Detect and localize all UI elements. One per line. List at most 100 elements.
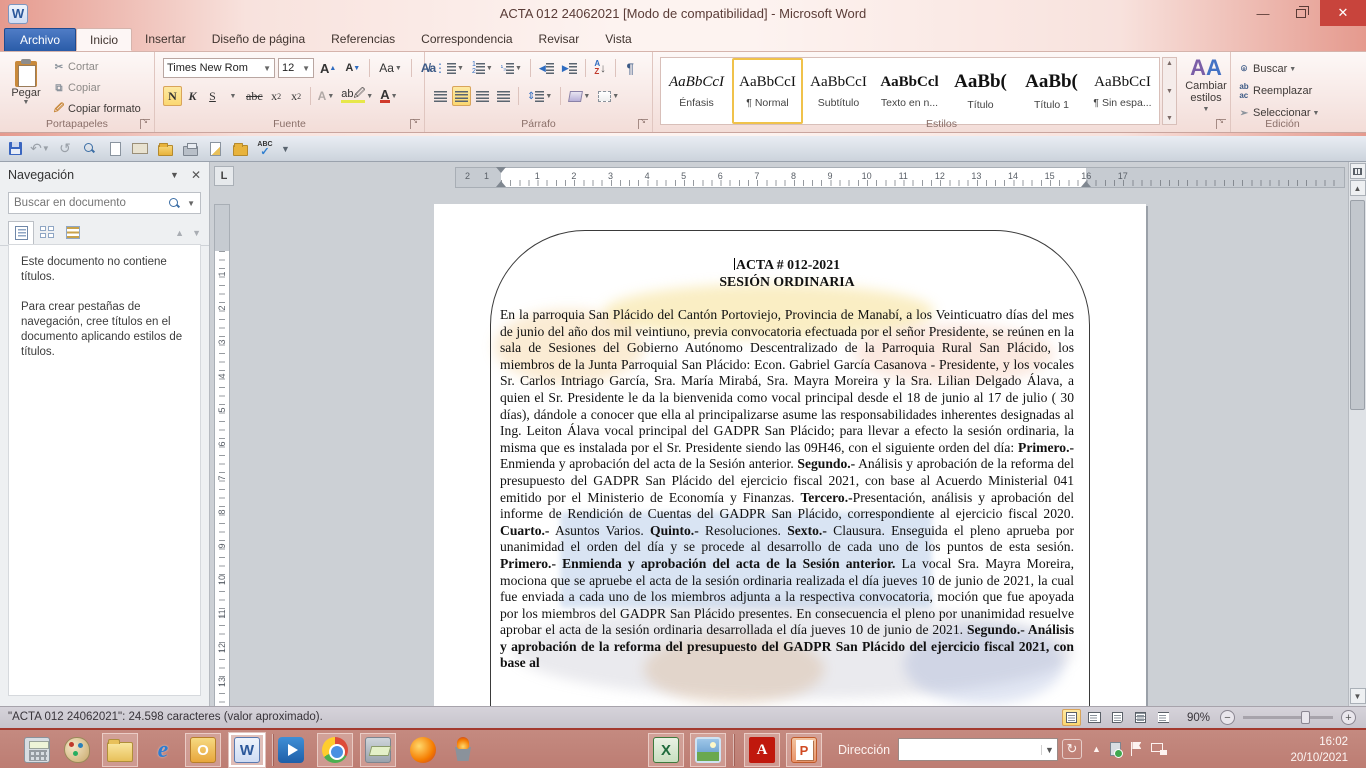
align-right-button[interactable]	[473, 86, 492, 106]
address-input[interactable]	[899, 744, 1041, 756]
borders-button[interactable]: ▼	[595, 86, 622, 106]
close-button[interactable]: ✕	[1320, 0, 1366, 26]
tray-expand-icon[interactable]: ▲	[1092, 744, 1101, 754]
tab-vista[interactable]: Vista	[592, 28, 644, 51]
document-search-box[interactable]: ▼	[8, 192, 201, 214]
justify-button[interactable]	[494, 86, 513, 106]
network-icon[interactable]	[1151, 743, 1167, 755]
numbering-button[interactable]: 12▼	[469, 58, 496, 78]
taskbar-file-explorer-icon[interactable]	[102, 733, 138, 767]
style-item[interactable]: AaBbCcI ¶ Normal	[732, 58, 803, 124]
text-effects-button[interactable]: A▼	[315, 86, 338, 106]
restore-button[interactable]	[1282, 0, 1320, 26]
redo-button[interactable]: ↺	[56, 140, 74, 158]
taskbar-word-icon[interactable]: W	[229, 733, 265, 767]
line-spacing-button[interactable]: ⇕▼	[524, 86, 555, 106]
strikethrough-button[interactable]: abc	[243, 86, 266, 106]
next-heading-icon[interactable]: ▼	[192, 228, 201, 238]
taskbar-paint-icon[interactable]	[62, 735, 92, 765]
dialog-launcher-portapapeles[interactable]	[140, 119, 150, 129]
underline-options-arrow[interactable]: ▼	[223, 86, 242, 106]
tab-archivo[interactable]: Archivo	[4, 28, 76, 51]
bold-button[interactable]: N	[163, 86, 182, 106]
style-item[interactable]: AaBbCcI Énfasis	[661, 58, 732, 124]
draft-view-button[interactable]	[1154, 709, 1173, 726]
vertical-scrollbar[interactable]: ▲ ▼	[1348, 162, 1366, 706]
scroll-up-icon[interactable]: ▲	[1166, 60, 1173, 67]
bullets-button[interactable]: ⋮▼	[431, 58, 467, 78]
vertical-ruler[interactable]: 12345678910111213	[214, 204, 230, 706]
minimize-button[interactable]: —	[1244, 0, 1282, 26]
zoom-out-button[interactable]: −	[1220, 710, 1235, 725]
copy-button[interactable]: ⧉Copiar	[52, 78, 141, 98]
taskbar-recycle-burn-icon[interactable]	[448, 735, 478, 765]
usb-device-icon[interactable]	[1110, 742, 1121, 756]
tab-insertar[interactable]: Insertar	[132, 28, 199, 51]
shading-button[interactable]: ▼	[566, 86, 593, 106]
multilevel-list-button[interactable]: ¹₃▼	[498, 58, 525, 78]
format-painter-button[interactable]: 🖉Copiar formato	[52, 99, 141, 119]
style-item[interactable]: AaBb( Título	[945, 58, 1016, 124]
document-content[interactable]: ACTA # 012-2021 SESIÓN ORDINARIA En la p…	[500, 256, 1074, 672]
refresh-icon[interactable]: ↻	[1062, 739, 1082, 759]
zoom-slider[interactable]	[1243, 716, 1333, 719]
font-color-button[interactable]: A▼	[377, 86, 400, 106]
taskbar-calculator-icon[interactable]	[22, 735, 52, 765]
tab-revisar[interactable]: Revisar	[526, 28, 593, 51]
subscript-button[interactable]: x2	[267, 86, 286, 106]
change-styles-button[interactable]: AA Cambiar estilos ▼	[1183, 56, 1229, 126]
underline-button[interactable]: S	[203, 86, 222, 106]
qat-more-icon[interactable]: ▼	[281, 144, 290, 154]
taskbar-firefox-icon[interactable]	[408, 735, 438, 765]
replace-button[interactable]: abacReemplazar	[1237, 81, 1319, 101]
document-page[interactable]: ACTA # 012-2021 SESIÓN ORDINARIA En la p…	[434, 204, 1146, 706]
navigation-pane-close-icon[interactable]: ✕	[191, 168, 201, 182]
sort-button[interactable]: AZ↓	[591, 58, 610, 78]
taskbar-clock[interactable]: 16:02 20/10/2021	[1290, 734, 1348, 766]
zoom-level[interactable]: 90%	[1187, 712, 1210, 724]
shrink-font-button[interactable]: A▼	[342, 58, 363, 78]
taskbar-photo-viewer-icon[interactable]	[690, 733, 726, 767]
spelling-button[interactable]: ABC✓	[256, 140, 274, 158]
taskbar-autocad-icon[interactable]: A	[744, 733, 780, 767]
align-center-button[interactable]	[452, 86, 471, 106]
outline-view-button[interactable]	[1131, 709, 1150, 726]
show-paragraph-marks-button[interactable]: ¶	[621, 58, 640, 78]
font-family-combobox[interactable]: Times New Rom▼	[163, 58, 275, 78]
browse-headings-tab[interactable]	[8, 221, 34, 245]
folder-options-button[interactable]	[231, 140, 249, 158]
dialog-launcher-parrafo[interactable]	[638, 119, 648, 129]
scroll-down-icon[interactable]: ▼	[1350, 688, 1366, 704]
italic-button[interactable]: K	[183, 86, 202, 106]
cut-button[interactable]: ✂Cortar	[52, 57, 141, 77]
previous-heading-icon[interactable]: ▲	[175, 228, 184, 238]
edit-document-button[interactable]	[206, 140, 224, 158]
change-case-button[interactable]: Aa▼	[376, 58, 405, 78]
browse-results-tab[interactable]	[60, 221, 86, 245]
taskbar-excel-icon[interactable]: X	[648, 733, 684, 767]
action-center-flag-icon[interactable]	[1130, 742, 1142, 756]
find-button[interactable]: ⌾Buscar▼	[1237, 59, 1319, 79]
print-preview-button[interactable]	[81, 140, 99, 158]
style-item[interactable]: AaBbCcI ¶ Sin espa...	[1087, 58, 1158, 124]
tab-inicio[interactable]: Inicio	[76, 28, 132, 51]
taskbar-outlook-icon[interactable]: O	[185, 733, 221, 767]
style-item[interactable]: AaBb( Título 1	[1016, 58, 1087, 124]
dialog-launcher-estilos[interactable]	[1216, 119, 1226, 129]
tab-diseno[interactable]: Diseño de página	[199, 28, 318, 51]
dialog-launcher-fuente[interactable]	[410, 119, 420, 129]
attach-button[interactable]	[131, 140, 149, 158]
scrollbar-thumb[interactable]	[1350, 200, 1365, 410]
fullscreen-reading-view-button[interactable]	[1085, 709, 1104, 726]
address-dropdown-icon[interactable]: ▼	[1041, 745, 1057, 755]
highlight-button[interactable]: ab🖉▼	[338, 86, 376, 106]
paste-button[interactable]: Pegar ▼	[6, 56, 46, 118]
address-bar[interactable]: ▼	[898, 738, 1058, 761]
style-item[interactable]: AaBbCcI Subtítulo	[803, 58, 874, 124]
font-size-combobox[interactable]: 12▼	[278, 58, 314, 78]
print-layout-view-button[interactable]	[1062, 709, 1081, 726]
ruler-toggle-button[interactable]	[1350, 163, 1366, 179]
new-document-button[interactable]	[106, 140, 124, 158]
tab-referencias[interactable]: Referencias	[318, 28, 408, 51]
align-left-button[interactable]	[431, 86, 450, 106]
